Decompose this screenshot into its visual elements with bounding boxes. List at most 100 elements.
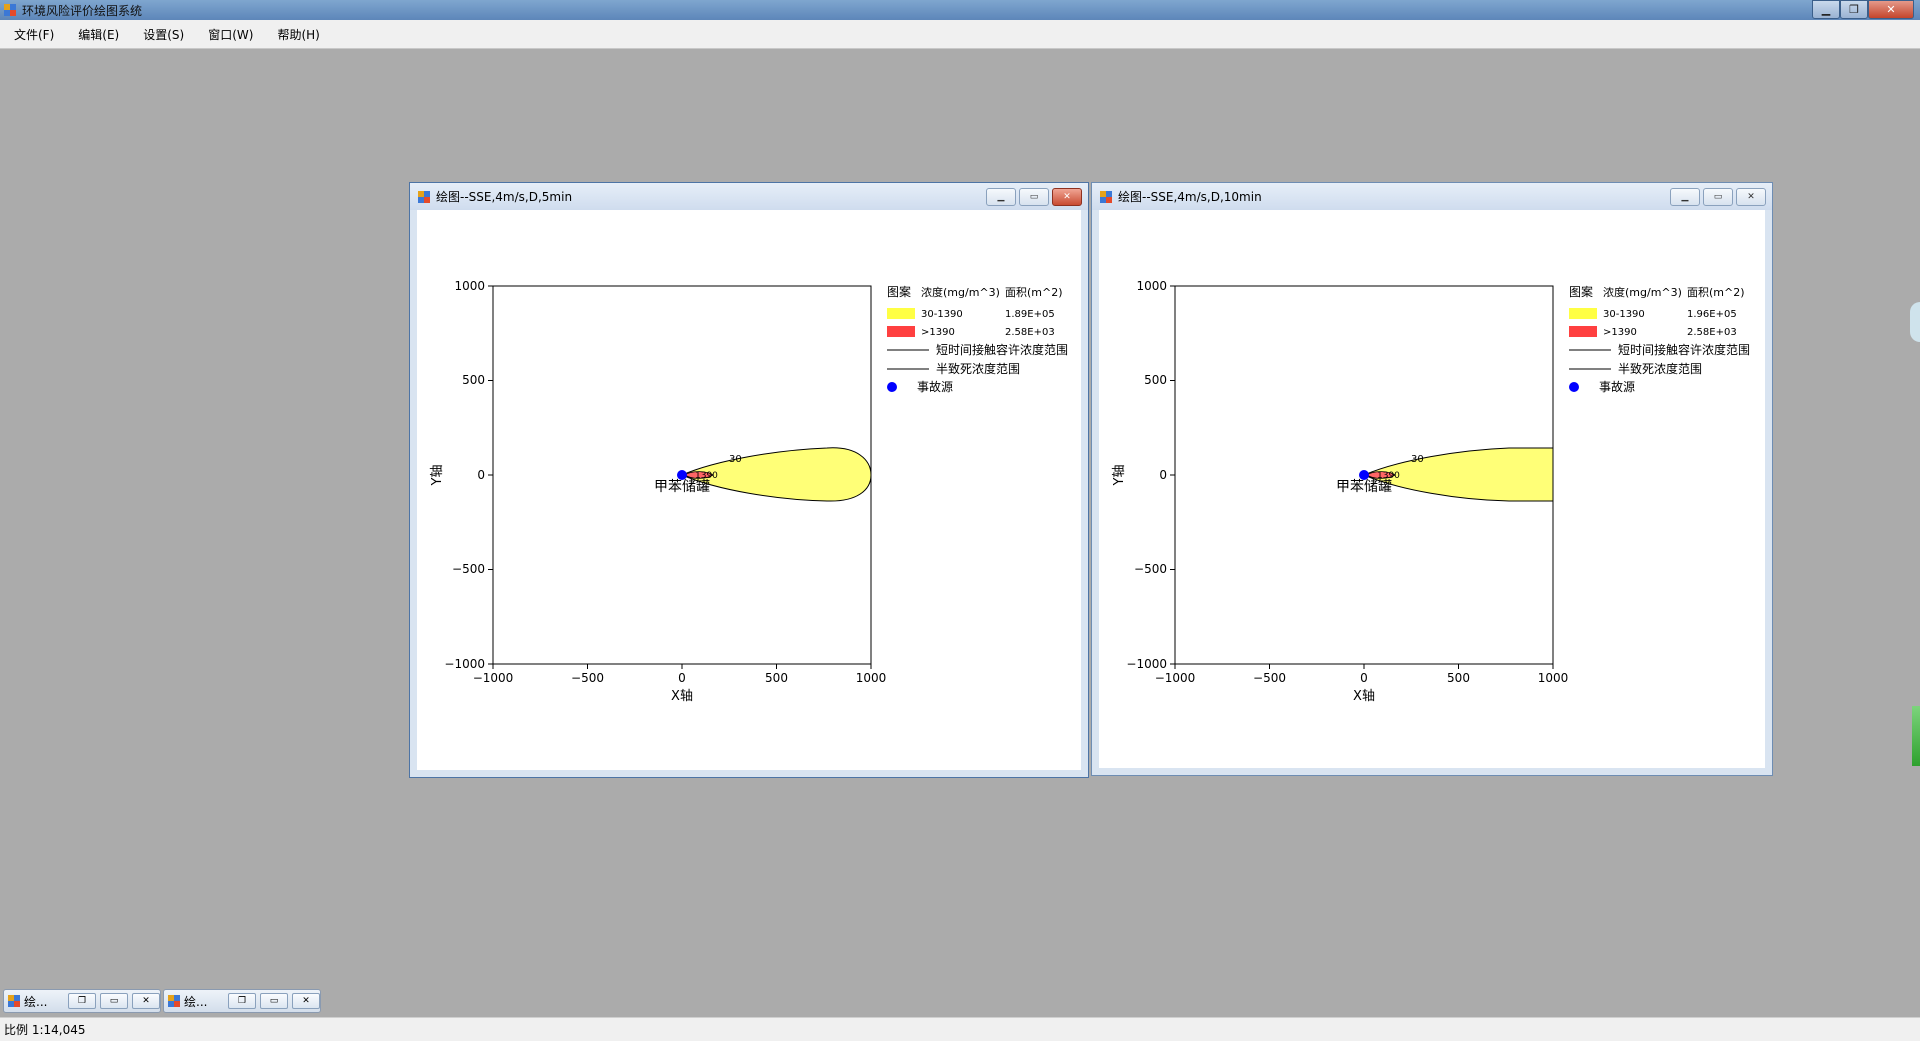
menu-help[interactable]: 帮助(H) [263, 26, 329, 43]
menu-edit[interactable]: 编辑(E) [64, 26, 129, 43]
minimized-window-1[interactable]: 绘... ❐ ▭ ✕ [3, 989, 161, 1013]
y-tick-label: −500 [452, 562, 485, 576]
side-decoration [1912, 706, 1920, 766]
y-axis-label: Y轴 [430, 465, 445, 487]
x-tick-label: 1000 [1538, 671, 1569, 685]
x-tick-label: 0 [1360, 671, 1368, 685]
window-icon [418, 190, 430, 203]
restore-button[interactable]: ❐ [228, 993, 256, 1009]
scale-readout: 比例 1:14,045 [4, 1023, 86, 1037]
app-title: 环境风险评价绘图系统 [22, 3, 143, 18]
menu-file[interactable]: 文件(F) [0, 26, 64, 43]
x-tick-label: −500 [1253, 671, 1286, 685]
x-ticks: −1000 −500 0 500 1000 [1155, 664, 1569, 685]
legend-swatch-red [1569, 326, 1597, 337]
x-tick-label: 500 [765, 671, 788, 685]
source-label: 甲苯储罐 [1336, 478, 1392, 495]
minimize-button[interactable]: ▁ [986, 188, 1016, 206]
y-tick-label: 1000 [1136, 279, 1167, 293]
legend-header-area: 面积(m^2) [1005, 286, 1063, 299]
maximize-button[interactable]: ❐ [1840, 0, 1868, 19]
x-axis-label: X轴 [1353, 689, 1375, 704]
legend-header-area: 面积(m^2) [1687, 286, 1745, 299]
close-button[interactable]: ✕ [132, 993, 160, 1009]
y-tick-label: −1000 [1126, 657, 1167, 671]
legend-source-label: 事故源 [1599, 379, 1635, 394]
plot-canvas: 1000 500 0 −500 −1000 −1000 −500 0 500 1… [417, 210, 1081, 770]
legend-range: 30-1390 [1603, 309, 1645, 320]
y-tick-label: 500 [462, 373, 485, 387]
legend-range: 30-1390 [921, 309, 963, 320]
contour-label-30: 30 [729, 454, 742, 465]
maximize-button[interactable]: ▭ [100, 993, 128, 1009]
minimized-window-label: 绘... [184, 994, 208, 1009]
legend-line-stel-label: 短时间接触容许浓度范围 [1618, 342, 1750, 357]
y-tick-label: −500 [1134, 562, 1167, 576]
plot-window-title: 绘图--SSE,4m/s,D,5min [436, 190, 573, 204]
legend-area: 2.58E+03 [1687, 327, 1737, 338]
legend-source-marker [1569, 382, 1579, 392]
close-button[interactable]: ✕ [1868, 0, 1914, 19]
x-ticks: −1000 −500 0 500 1000 [473, 664, 887, 685]
legend-range: >1390 [921, 327, 955, 338]
maximize-button[interactable]: ▭ [1703, 188, 1733, 206]
y-tick-label: 0 [477, 468, 485, 482]
close-button[interactable]: ✕ [1736, 188, 1766, 206]
legend-line-lc50-label: 半致死浓度范围 [936, 361, 1020, 376]
window-icon [168, 995, 180, 1007]
restore-button[interactable]: ❐ [68, 993, 96, 1009]
legend-swatch-yellow [1569, 308, 1597, 319]
y-tick-label: −1000 [444, 657, 485, 671]
close-button[interactable]: ✕ [292, 993, 320, 1009]
y-ticks: 1000 500 0 −500 −1000 [444, 279, 493, 671]
y-axis-label: Y轴 [1112, 465, 1127, 487]
legend-header-pattern: 图案 [887, 284, 911, 299]
legend: 图案 浓度(mg/m^3) 面积(m^2) 30-1390 1.89E+05 >… [887, 284, 1068, 394]
menu-bar: 文件(F) 编辑(E) 设置(S) 窗口(W) 帮助(H) [0, 20, 1920, 49]
plot-window-title: 绘图--SSE,4m/s,D,10min [1118, 190, 1262, 204]
legend: 图案 浓度(mg/m^3) 面积(m^2) 30-1390 1.96E+05 >… [1569, 284, 1750, 394]
legend-line-stel-label: 短时间接触容许浓度范围 [936, 342, 1068, 357]
minimized-window-2[interactable]: 绘... ❐ ▭ ✕ [163, 989, 321, 1013]
source-label: 甲苯储罐 [654, 478, 710, 495]
plot-svg: 1000 500 0 −500 −1000 −1000 −500 0 500 1… [1112, 279, 1750, 704]
x-tick-label: 500 [1447, 671, 1470, 685]
window-icon [1100, 190, 1112, 203]
side-decoration [1910, 302, 1920, 342]
legend-area: 1.96E+05 [1687, 309, 1737, 320]
legend-area: 2.58E+03 [1005, 327, 1055, 338]
legend-source-marker [887, 382, 897, 392]
x-tick-label: −500 [571, 671, 604, 685]
legend-swatch-red [887, 326, 915, 337]
plot-window-10min[interactable]: 绘图--SSE,4m/s,D,10min ▁ ▭ ✕ 1000 500 0 −5… [1091, 182, 1773, 776]
y-tick-label: 0 [1159, 468, 1167, 482]
contour-label-30: 30 [1411, 454, 1424, 465]
x-tick-label: 1000 [856, 671, 887, 685]
legend-header-pattern: 图案 [1569, 284, 1593, 299]
plot-canvas: 1000 500 0 −500 −1000 −1000 −500 0 500 1… [1099, 210, 1765, 768]
menu-window[interactable]: 窗口(W) [194, 26, 263, 43]
x-axis-label: X轴 [671, 689, 693, 704]
maximize-button[interactable]: ▭ [1019, 188, 1049, 206]
legend-line-lc50-label: 半致死浓度范围 [1618, 361, 1702, 376]
x-tick-label: 0 [678, 671, 686, 685]
menu-settings[interactable]: 设置(S) [129, 26, 194, 43]
x-tick-label: −1000 [473, 671, 514, 685]
minimize-button[interactable]: ▁ [1670, 188, 1700, 206]
main-titlebar: 环境风险评价绘图系统 ▁ ❐ ✕ [0, 0, 1920, 20]
legend-range: >1390 [1603, 327, 1637, 338]
window-icon [8, 995, 20, 1007]
legend-area: 1.89E+05 [1005, 309, 1055, 320]
maximize-button[interactable]: ▭ [260, 993, 288, 1009]
close-button[interactable]: ✕ [1052, 188, 1082, 206]
plot-svg: 1000 500 0 −500 −1000 −1000 −500 0 500 1… [430, 279, 1068, 704]
window-controls: ▁ ❐ ✕ [1812, 0, 1914, 19]
legend-header-concentration: 浓度(mg/m^3) [1603, 285, 1682, 299]
minimize-button[interactable]: ▁ [1812, 0, 1840, 19]
y-ticks: 1000 500 0 −500 −1000 [1126, 279, 1175, 671]
plot-window-5min[interactable]: 绘图--SSE,4m/s,D,5min ▁ ▭ ✕ 1000 500 0 −50… [409, 182, 1089, 778]
legend-swatch-yellow [887, 308, 915, 319]
minimized-window-label: 绘... [24, 994, 48, 1009]
legend-source-label: 事故源 [917, 379, 953, 394]
x-tick-label: −1000 [1155, 671, 1196, 685]
